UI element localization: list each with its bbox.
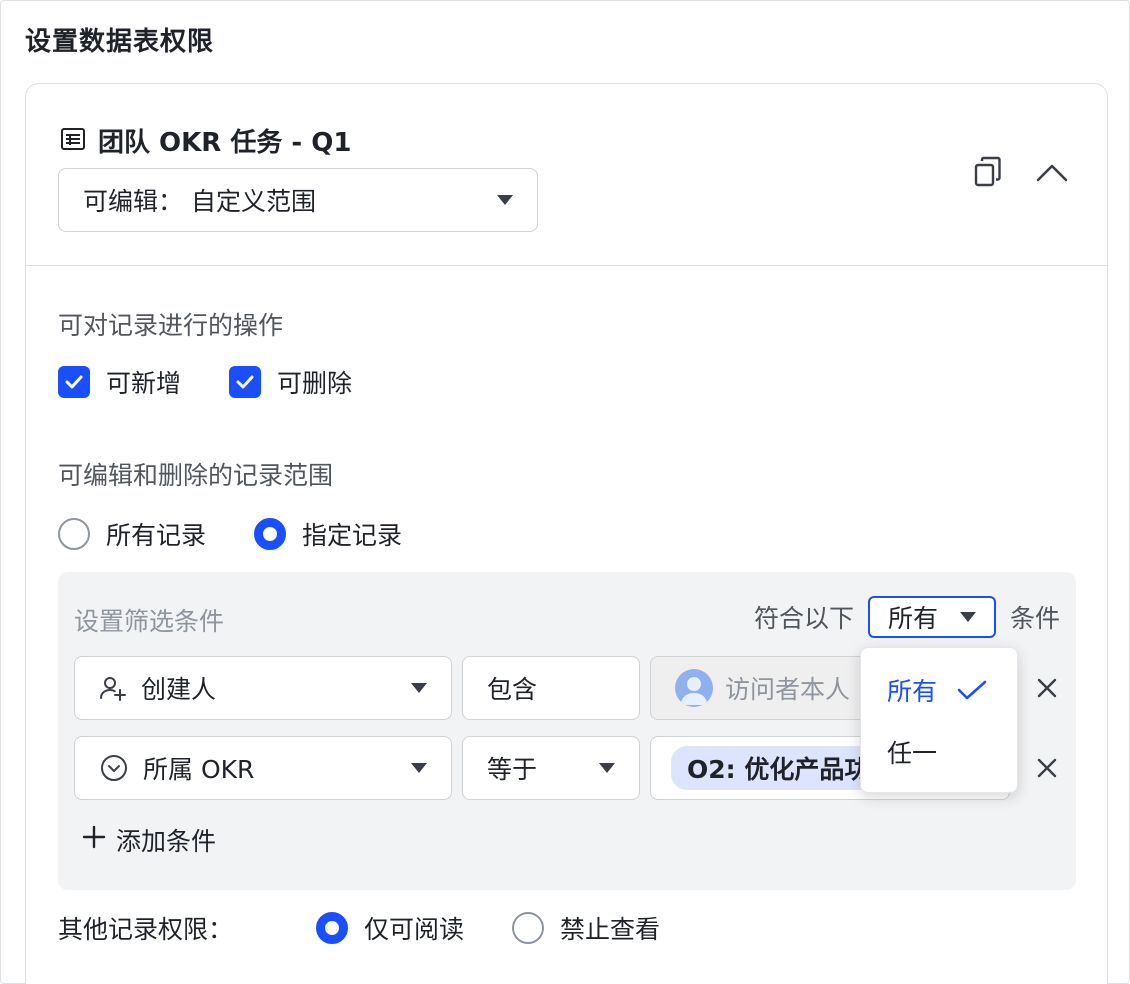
condition-operator-select[interactable]: 包含 <box>462 656 640 720</box>
table-name-row: 团队 OKR 任务 - Q1 <box>60 122 351 159</box>
checkbox-add[interactable]: 可新增 <box>58 364 181 400</box>
condition-field-value: 所属 OKR <box>143 755 255 784</box>
match-mode-select[interactable]: 所有 <box>867 596 996 638</box>
dropdown-option-all-label: 所有 <box>887 677 938 706</box>
header-actions <box>973 156 1069 192</box>
radio-no-view-label: 禁止查看 <box>560 915 661 944</box>
condition-field-select[interactable]: 创建人 <box>74 656 452 720</box>
condition-field-value: 创建人 <box>141 675 217 704</box>
checkbox-checked-icon[interactable] <box>229 366 262 398</box>
condition-operator-value: 包含 <box>487 675 538 704</box>
dropdown-option-any[interactable]: 任一 <box>887 734 937 770</box>
other-records-row: 其他记录权限： 仅可阅读 禁止查看 <box>58 910 660 946</box>
caret-down-icon <box>599 763 615 773</box>
plus-icon <box>82 825 106 855</box>
radio-unselected-icon[interactable] <box>58 518 90 550</box>
circle-chevron-icon <box>99 753 129 783</box>
radio-all-records-label: 所有记录 <box>106 521 207 550</box>
card-header: 团队 OKR 任务 - Q1 可编辑： 自定义范围 <box>26 84 1107 266</box>
permission-page: 设置数据表权限 团队 OKR 任务 - Q1 可编辑： 自定义范围 可对记录进行… <box>0 0 1130 984</box>
caret-down-icon <box>959 612 976 622</box>
other-records-label: 其他记录权限： <box>58 915 234 944</box>
condition-operator-value: 等于 <box>487 755 538 784</box>
condition-operator-select[interactable]: 等于 <box>462 736 640 800</box>
okr-tag: O2: 优化产品功 <box>671 746 886 790</box>
caret-down-icon <box>411 763 427 773</box>
remove-condition-icon[interactable] <box>1032 753 1062 783</box>
match-suffix: 条件 <box>1009 604 1060 633</box>
scope-label: 可编辑和删除的记录范围 <box>58 461 334 490</box>
permission-select[interactable]: 可编辑： 自定义范围 <box>58 168 538 232</box>
table-permission-card: 团队 OKR 任务 - Q1 可编辑： 自定义范围 可对记录进行的操作 可新增 … <box>25 83 1108 984</box>
match-mode-dropdown: 所有 任一 <box>860 647 1018 793</box>
radio-specified-records[interactable]: 指定记录 <box>254 516 402 552</box>
radio-all-records[interactable]: 所有记录 <box>58 516 206 552</box>
radio-selected-icon[interactable] <box>316 912 348 944</box>
user-add-icon <box>99 674 127 702</box>
permission-select-value: 可编辑： 自定义范围 <box>83 187 316 216</box>
filter-title: 设置筛选条件 <box>74 607 225 636</box>
dropdown-option-all[interactable]: 所有 <box>887 672 987 708</box>
radio-read-only[interactable]: 仅可阅读 <box>316 910 464 946</box>
checkbox-checked-icon[interactable] <box>58 366 90 398</box>
chevron-up-icon[interactable] <box>1035 161 1069 187</box>
match-area: 符合以下 所有 条件 <box>754 596 1060 638</box>
checkbox-add-label: 可新增 <box>106 369 182 398</box>
radio-read-only-label: 仅可阅读 <box>364 915 465 944</box>
table-icon <box>60 126 86 156</box>
match-prefix: 符合以下 <box>753 604 854 633</box>
caret-down-icon <box>411 683 427 693</box>
caret-down-icon <box>497 195 513 205</box>
checkbox-delete-label: 可删除 <box>277 369 353 398</box>
check-icon <box>957 679 987 701</box>
match-mode-value: 所有 <box>887 604 938 633</box>
add-condition-label: 添加条件 <box>116 827 217 856</box>
page-title: 设置数据表权限 <box>25 27 215 57</box>
scope-radios: 所有记录 指定记录 <box>58 516 402 552</box>
table-name: 团队 OKR 任务 - Q1 <box>98 128 352 158</box>
radio-specified-records-label: 指定记录 <box>302 521 403 550</box>
condition-field-select[interactable]: 所属 OKR <box>74 736 452 800</box>
radio-unselected-icon[interactable] <box>512 912 545 944</box>
remove-condition-icon[interactable] <box>1032 673 1062 703</box>
copy-icon[interactable] <box>973 156 1003 192</box>
operations-checkboxes: 可新增 可删除 <box>58 364 352 400</box>
dropdown-option-any-label: 任一 <box>887 739 938 768</box>
add-condition-button[interactable]: 添加条件 <box>82 822 216 858</box>
avatar-icon <box>675 669 713 707</box>
operations-label: 可对记录进行的操作 <box>58 311 284 340</box>
checkbox-delete[interactable]: 可删除 <box>229 364 352 400</box>
radio-no-view[interactable]: 禁止查看 <box>512 910 660 946</box>
radio-selected-icon[interactable] <box>254 518 287 550</box>
